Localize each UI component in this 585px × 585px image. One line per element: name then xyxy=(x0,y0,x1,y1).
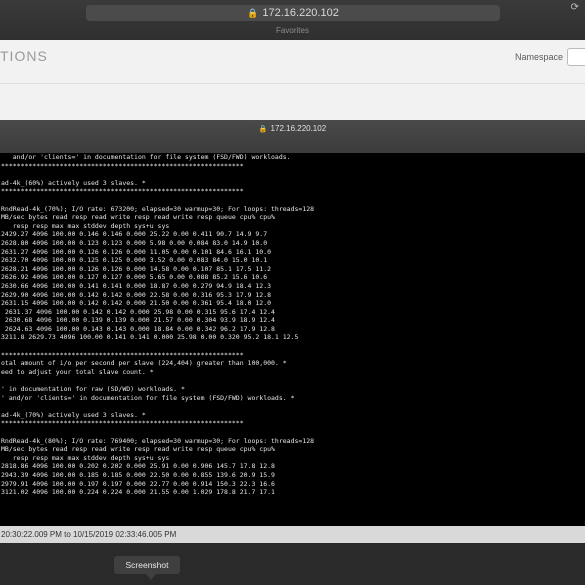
namespace-select[interactable] xyxy=(567,48,585,66)
bottom-area: Screenshot xyxy=(0,543,585,585)
back-url-text: 172.16.220.102 xyxy=(262,7,339,19)
console-url-text: 172.16.220.102 xyxy=(270,124,327,133)
lock-icon: 🔒 xyxy=(247,8,259,18)
screenshot-tooltip: Screenshot xyxy=(114,556,180,574)
favorites-label: Favorites xyxy=(276,26,309,35)
back-browser-toolbar: 🔒 172.16.220.102 ⟳ Favorites xyxy=(0,0,585,40)
tooltip-arrow xyxy=(146,574,156,580)
terminal-text: and/or 'clients=' in documentation for f… xyxy=(1,153,315,497)
namespace-label: Namespace xyxy=(514,52,563,62)
back-page: TIONS Namespace xyxy=(0,40,585,120)
terminal-output[interactable]: and/or 'clients=' in documentation for f… xyxy=(0,153,585,526)
console-address-bar[interactable]: 🔒 172.16.220.102 xyxy=(0,124,585,133)
reload-icon[interactable]: ⟳ xyxy=(571,2,579,13)
console-window-toolbar: 🔒 172.16.220.102 xyxy=(0,120,585,153)
divider xyxy=(0,83,585,84)
time-range-footer: 20:30:22.009 PM to 10/15/2019 02:33:46.0… xyxy=(0,526,585,543)
lock-icon: 🔒 xyxy=(258,126,268,133)
page-title: TIONS xyxy=(0,48,48,64)
console-window: 🔒 172.16.220.102 and/or 'clients=' in doc… xyxy=(0,120,585,543)
back-address-bar[interactable]: 🔒 172.16.220.102 xyxy=(86,5,500,21)
